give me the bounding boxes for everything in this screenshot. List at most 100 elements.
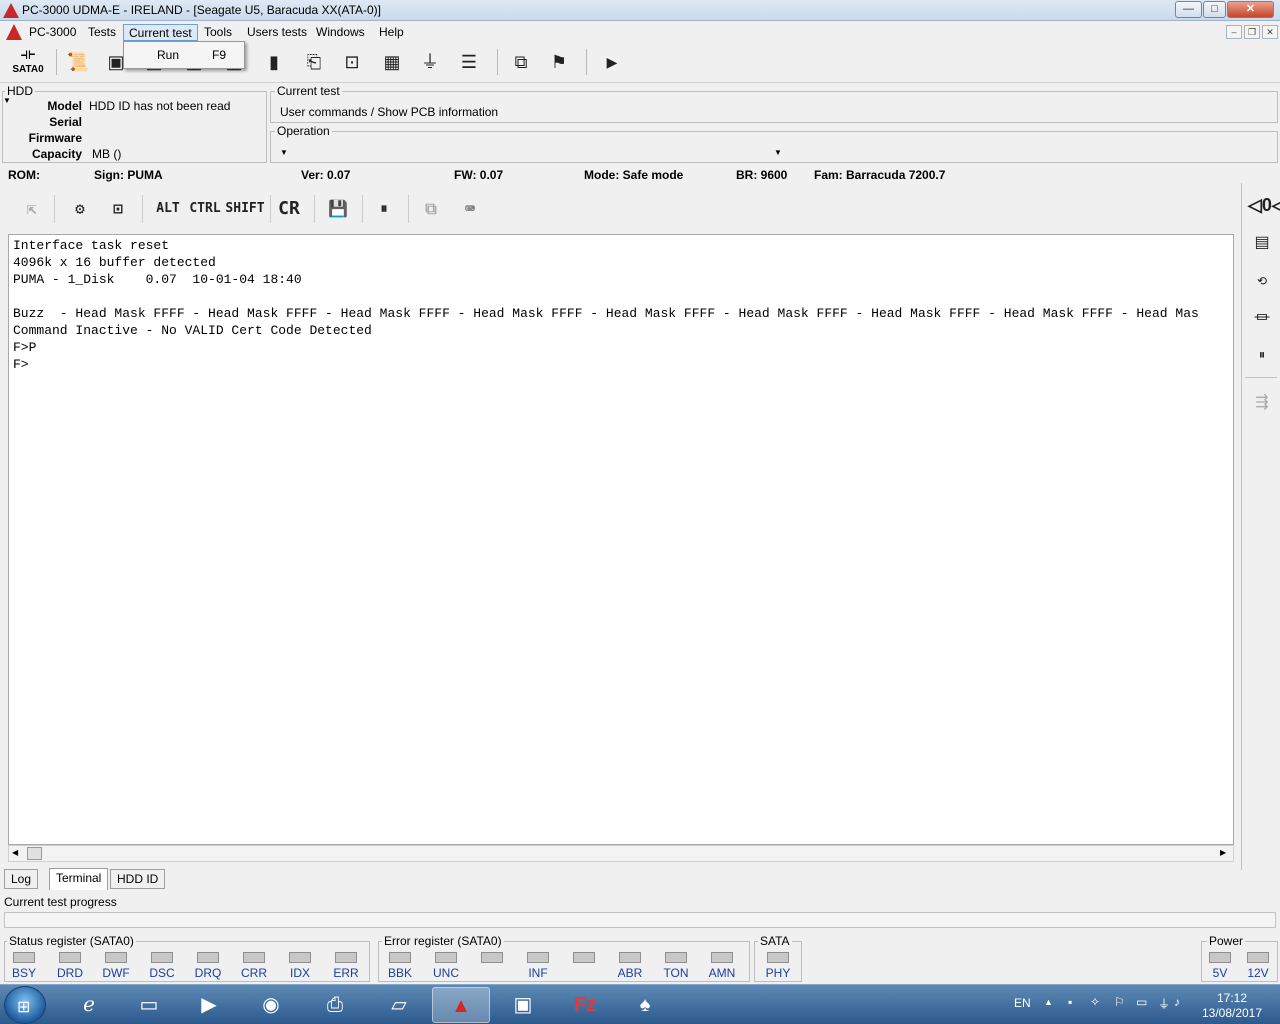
windows-stack-icon[interactable]: ⧉ <box>507 48 535 76</box>
clock[interactable]: 17:12 13/08/2017 <box>1192 991 1272 1021</box>
status-register-led <box>289 952 311 963</box>
action-center-flag-icon[interactable]: ⚐ <box>1114 995 1125 1009</box>
close-button[interactable]: ✕ <box>1227 1 1274 18</box>
internet-explorer-icon[interactable]: ℯ <box>60 987 118 1023</box>
minimize-button[interactable]: — <box>1175 1 1202 18</box>
zero-signal-icon[interactable]: ◁0◁ <box>1248 191 1280 219</box>
pcb-board-icon[interactable]: ▤ <box>1248 229 1276 257</box>
lines-list-icon[interactable]: ☰ <box>455 48 483 76</box>
error-register-led <box>711 952 733 963</box>
terminal-module-icon[interactable]: ⊡ <box>104 197 132 221</box>
ctrl-button[interactable]: CTRL <box>188 197 222 221</box>
pc3000-taskbar-icon[interactable]: ▲ <box>432 987 490 1023</box>
cr-button[interactable]: CR <box>274 197 304 221</box>
file-explorer-icon[interactable]: ▭ <box>120 987 178 1023</box>
windows-logo-icon: ⊞ <box>17 999 31 1016</box>
module-icon[interactable]: ⊡ <box>338 48 366 76</box>
menu-tools[interactable]: Tools <box>199 24 237 41</box>
taskbar: ⊞ ℯ ▭ ▶ ◉ ⎙ ▱ ▲ ▣ Fz ♠ EN ▲ ▪ ✧ ⚐ ▭ ⏚ ♪ … <box>0 984 1280 1024</box>
status-register-label: Status register (SATA0) <box>7 934 136 948</box>
operation-left-arrow-icon: ▼ <box>280 148 288 157</box>
toolbar-separator <box>497 49 498 75</box>
tab-terminal[interactable]: Terminal <box>49 868 109 890</box>
media-player-icon[interactable]: ▶ <box>180 987 238 1023</box>
menu-users-tests[interactable]: Users tests <box>242 24 312 41</box>
firefox-icon[interactable]: ◉ <box>242 987 300 1023</box>
shift-button[interactable]: SHIFT <box>225 197 265 221</box>
terminal-window-icon[interactable]: ⌨ <box>456 197 484 221</box>
power-bit-label: 12V <box>1247 966 1269 980</box>
menu-run-item[interactable]: Run <box>157 48 179 62</box>
notes-app-icon[interactable]: ▱ <box>370 987 428 1023</box>
step-disabled-icon[interactable]: ⇶ <box>1248 389 1276 417</box>
table-grid-icon[interactable]: ▦ <box>378 48 406 76</box>
error-register-led <box>573 952 595 963</box>
menu-pc3000[interactable]: PC-3000 <box>24 24 81 41</box>
status-register-bit-label: DWF <box>102 966 130 980</box>
network-icon[interactable]: ▭ <box>1136 995 1147 1009</box>
error-register-bit-label: INF <box>528 966 548 980</box>
save-icon[interactable]: 💾 <box>324 197 352 221</box>
firmware-label: Firmware <box>28 131 82 145</box>
power-led <box>1247 952 1269 963</box>
mdi-app-icon[interactable] <box>6 24 22 40</box>
pause-icon[interactable]: ⏸ <box>370 197 398 221</box>
mdi-close-button[interactable]: ✕ <box>1262 25 1278 39</box>
rom-info: ROM: <box>8 168 40 182</box>
disk-arrow-icon[interactable]: ⎗ <box>300 48 328 76</box>
status-register-led <box>13 952 35 963</box>
reset-icon[interactable]: ⟲ <box>1248 267 1276 295</box>
tab-hdd-id[interactable]: HDD ID <box>110 869 166 889</box>
terminal-settings-icon[interactable]: ⚙ <box>66 197 94 221</box>
menu-tests[interactable]: Tests <box>83 24 121 41</box>
error-register-bit-label: UNC <box>433 966 459 980</box>
power-plug-icon[interactable]: ⏛ <box>1248 305 1276 333</box>
chip-icon[interactable]: ▮ <box>260 48 288 76</box>
sata-port-button[interactable]: ⟛ SATA0 <box>6 46 50 80</box>
error-register-bit-label: AMN <box>708 966 736 980</box>
network-tool-icon[interactable]: ⎙ <box>306 987 364 1023</box>
language-indicator[interactable]: EN <box>1014 996 1031 1010</box>
copy-disabled-icon[interactable]: ⧉ <box>417 197 445 221</box>
menu-current-test[interactable]: Current test <box>123 24 198 41</box>
scroll-right-icon[interactable]: ▶ <box>1220 848 1226 857</box>
maximize-button[interactable]: □ <box>1203 1 1226 18</box>
terminal-disabled-icon[interactable]: ⇱ <box>18 197 46 221</box>
scroll-thumb[interactable] <box>27 847 42 860</box>
mdi-minimize-button[interactable]: – <box>1226 25 1242 39</box>
menu-windows[interactable]: Windows <box>311 24 370 41</box>
user-tool-icon[interactable]: ⚑ <box>545 48 573 76</box>
solitaire-icon[interactable]: ♠ <box>616 987 674 1023</box>
scroll-left-icon[interactable]: ◀ <box>12 848 18 857</box>
operation-group-label: Operation <box>275 124 332 138</box>
toolbar-separator <box>56 49 57 75</box>
operation-select[interactable]: ▼ ▼ <box>276 140 788 160</box>
mdi-restore-button[interactable]: ❐ <box>1244 25 1260 39</box>
alt-button[interactable]: ALT <box>151 197 185 221</box>
tray-app-icon[interactable]: ▪ <box>1068 995 1072 1009</box>
start-button[interactable]: ⊞ <box>4 986 46 1024</box>
right-side-toolbar: ◁0◁ ▤ ⟲ ⏛ ⏸ ⇶ <box>1241 183 1280 870</box>
volume-icon[interactable]: ♪ <box>1174 995 1180 1009</box>
error-register-led <box>619 952 641 963</box>
power-group-label: Power <box>1207 934 1246 948</box>
tray-expand-icon[interactable]: ▲ <box>1044 997 1053 1007</box>
filezilla-icon[interactable]: Fz <box>556 987 614 1023</box>
error-register-led <box>527 952 549 963</box>
pause-icon[interactable]: ⏸ <box>1248 341 1276 369</box>
terminal-output[interactable]: Interface task reset 4096k x 16 buffer d… <box>8 234 1234 845</box>
tab-log[interactable]: Log <box>4 869 39 889</box>
status-register-bit-label: DRD <box>57 966 83 980</box>
chevron-down-icon: ▼ <box>774 148 782 157</box>
menu-help[interactable]: Help <box>374 24 409 41</box>
monitor-app-icon[interactable]: ▣ <box>494 987 552 1023</box>
heads-icon[interactable]: ⏚ <box>416 48 444 76</box>
menu-bar: PC-3000 Tests Current test Tools Users t… <box>0 22 1280 43</box>
status-register-led <box>105 952 127 963</box>
sign-info: Sign: PUMA <box>94 168 163 182</box>
tray-tool-icon[interactable]: ✧ <box>1090 995 1100 1009</box>
power-tray-icon[interactable]: ⏚ <box>1158 995 1170 1012</box>
scroll-icon[interactable]: 📜 <box>64 48 92 76</box>
play-arrow-icon[interactable]: ▶ <box>598 48 626 76</box>
horizontal-scrollbar[interactable]: ◀ ▶ <box>8 845 1234 862</box>
